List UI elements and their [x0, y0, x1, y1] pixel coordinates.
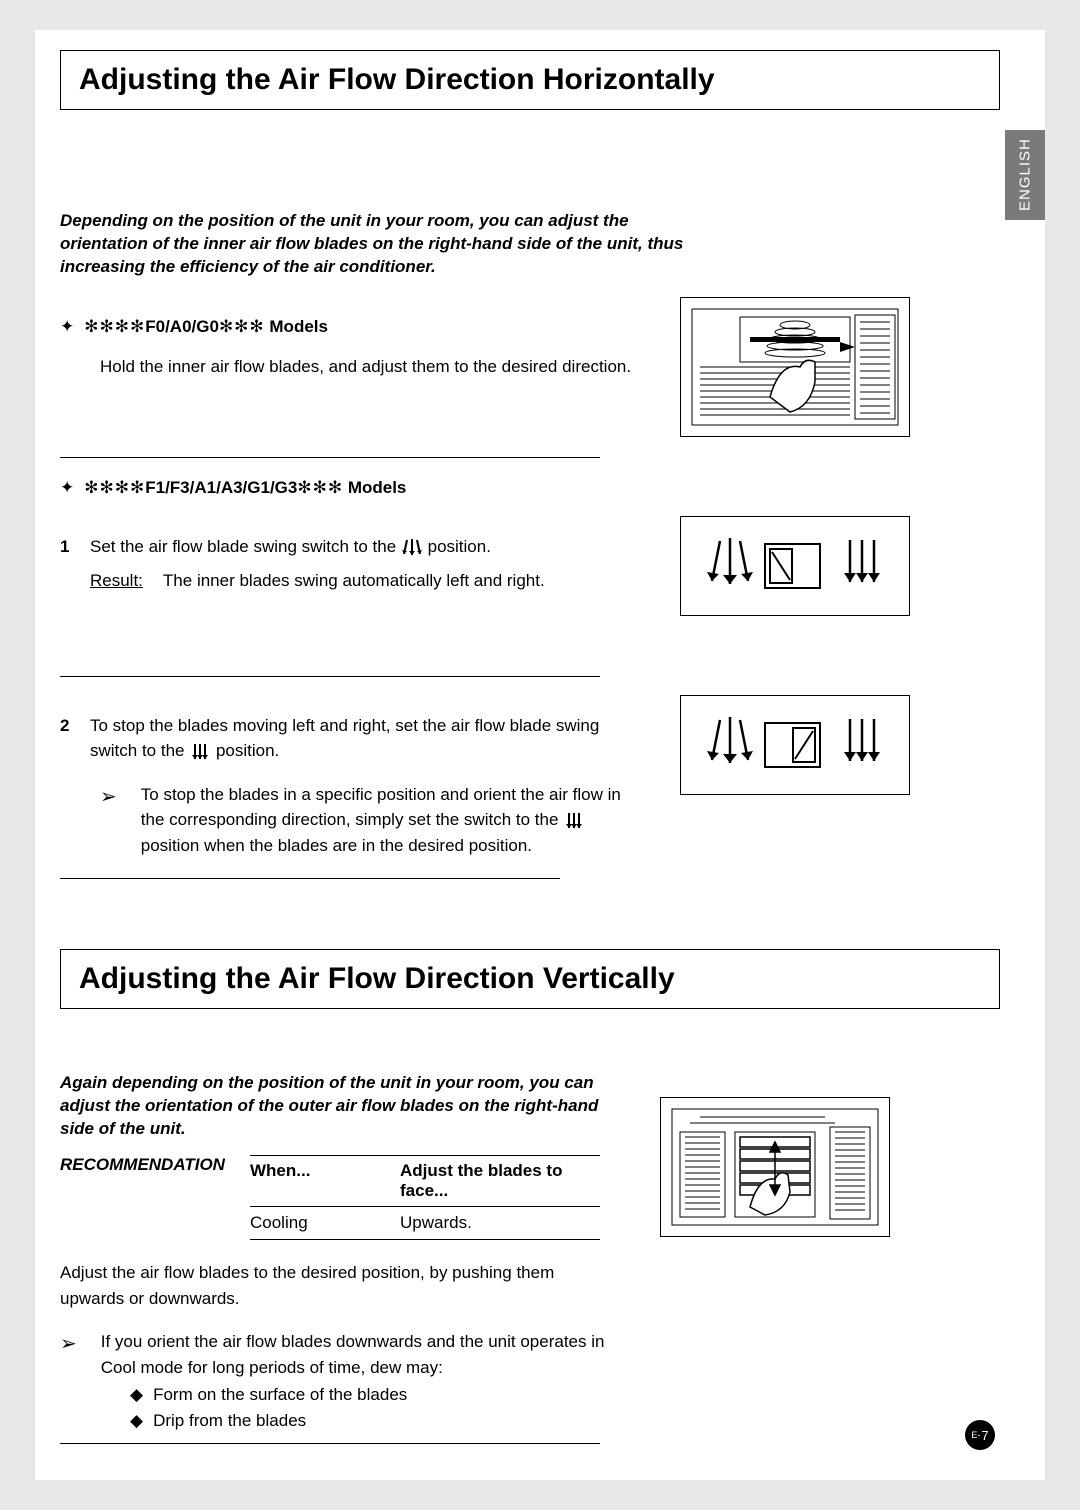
- models-a-label: F0/A0/G0: [145, 317, 219, 336]
- divider-4: [60, 1443, 600, 1444]
- table-cell-upwards: Upwards.: [400, 1213, 600, 1233]
- note-row-2: ➢ If you orient the air flow blades down…: [60, 1329, 620, 1380]
- page-number: E-7: [965, 1420, 995, 1450]
- step-2: 2 To stop the blades moving left and rig…: [60, 713, 640, 764]
- page-prefix: E-: [971, 1430, 980, 1440]
- section-1-content: Depending on the position of the unit in…: [60, 110, 1000, 879]
- section-title-2: Adjusting the Air Flow Direction Vertica…: [79, 962, 675, 996]
- table-head-when: When...: [250, 1161, 400, 1201]
- divider-2: [60, 676, 600, 677]
- note-text-2: If you orient the air flow blades downwa…: [101, 1329, 620, 1380]
- note-pre: To stop the blades in a specific positio…: [141, 785, 621, 830]
- result-row: Result: The inner blades swing automatic…: [90, 571, 640, 591]
- models-b-label: F1/F3/A1/A3/G1/G3: [145, 478, 297, 497]
- intro-text-2: Again depending on the position of the u…: [60, 1072, 620, 1141]
- fixed-icon: [563, 810, 585, 832]
- note-row-1: ➢ To stop the blades in a specific posit…: [100, 782, 640, 859]
- bullet-2: ◆ Drip from the blades: [130, 1408, 620, 1434]
- step-2-pre: To stop the blades moving left and right…: [90, 716, 599, 761]
- stars-post: ✻✻✻: [297, 478, 343, 497]
- diamond-icon: ◆: [130, 1411, 143, 1430]
- illustration-vertical-blades: [660, 1097, 890, 1237]
- note-arrow-icon: ➢: [100, 782, 117, 859]
- recommendation-table: RECOMMENDATION When... Adjust the blades…: [60, 1155, 600, 1240]
- step-1-pre: Set the air flow blade swing switch to t…: [90, 537, 401, 556]
- section-title-box-1: Adjusting the Air Flow Direction Horizon…: [60, 50, 1000, 110]
- models-a-row: ✦ ✻✻✻✻F0/A0/G0✻✻✻ Models Hold the inner …: [60, 297, 1000, 437]
- bullet-1: ◆ Form on the surface of the blades: [130, 1382, 620, 1408]
- illustration-switch-fixed: [680, 695, 910, 795]
- divider-1: [60, 457, 600, 458]
- unit-blades-svg: [690, 307, 900, 427]
- models-b-line: ✦ ✻✻✻✻F1/F3/A1/A3/G1/G3✻✻✻ Models: [60, 478, 1000, 498]
- bullet-list: ◆ Form on the surface of the blades ◆ Drip…: [130, 1382, 620, 1433]
- step-1-post: position.: [428, 537, 491, 556]
- step-2-row: 2 To stop the blades moving left and rig…: [60, 695, 1000, 880]
- result-label: Result:: [90, 571, 143, 591]
- fixed-icon: [189, 741, 211, 763]
- models-a-line: ✦ ✻✻✻✻F0/A0/G0✻✻✻ Models: [60, 317, 640, 337]
- table-cell-cooling: Cooling: [250, 1213, 400, 1233]
- step-1: 1 Set the air flow blade swing switch to…: [60, 534, 640, 560]
- instruction-a: Hold the inner air flow blades, and adju…: [100, 355, 640, 379]
- stars-pre: ✻✻✻✻: [84, 478, 145, 497]
- pointer-icon: ✦: [60, 317, 74, 337]
- section-2-content: Again depending on the position of the u…: [60, 1009, 1000, 1444]
- switch-swing-svg: [690, 526, 900, 606]
- stars-post: ✻✻✻: [219, 317, 265, 336]
- swing-icon: [401, 536, 423, 558]
- result-text: The inner blades swing automatically lef…: [163, 571, 545, 591]
- page: ENGLISH Adjusting the Air Flow Direction…: [35, 30, 1045, 1480]
- vertical-blades-svg: [670, 1107, 880, 1227]
- note-arrow-icon: ➢: [60, 1329, 77, 1380]
- intro-text-1: Depending on the position of the unit in…: [60, 210, 700, 279]
- bullet-1-text: Form on the surface of the blades: [153, 1385, 407, 1404]
- note-post: position when the blades are in the desi…: [141, 836, 532, 855]
- page-num-value: 7: [981, 1428, 988, 1443]
- diamond-icon: ◆: [130, 1385, 143, 1404]
- adjust-para: Adjust the air flow blades to the desire…: [60, 1260, 620, 1311]
- divider-3: [60, 878, 560, 879]
- bullet-2-text: Drip from the blades: [153, 1411, 306, 1430]
- illustration-switch-swing: [680, 516, 910, 616]
- section-title-box-2: Adjusting the Air Flow Direction Vertica…: [60, 949, 1000, 1009]
- models-suffix: Models: [265, 317, 328, 336]
- step-1-num: 1: [60, 534, 90, 560]
- step-2-post: position.: [216, 741, 279, 760]
- language-tab: ENGLISH: [1005, 130, 1045, 220]
- models-suffix: Models: [343, 478, 406, 497]
- step-2-num: 2: [60, 713, 90, 764]
- table-head-adjust: Adjust the blades to face...: [400, 1161, 600, 1201]
- step-1-row: 1 Set the air flow blade swing switch to…: [60, 516, 1000, 616]
- section-title-1: Adjusting the Air Flow Direction Horizon…: [79, 63, 715, 97]
- pointer-icon: ✦: [60, 478, 74, 498]
- recommendation-label: RECOMMENDATION: [60, 1155, 250, 1240]
- stars-pre: ✻✻✻✻: [84, 317, 145, 336]
- illustration-hand-blades: [680, 297, 910, 437]
- section-2: Adjusting the Air Flow Direction Vertica…: [35, 949, 1045, 1444]
- switch-fixed-svg: [690, 705, 900, 785]
